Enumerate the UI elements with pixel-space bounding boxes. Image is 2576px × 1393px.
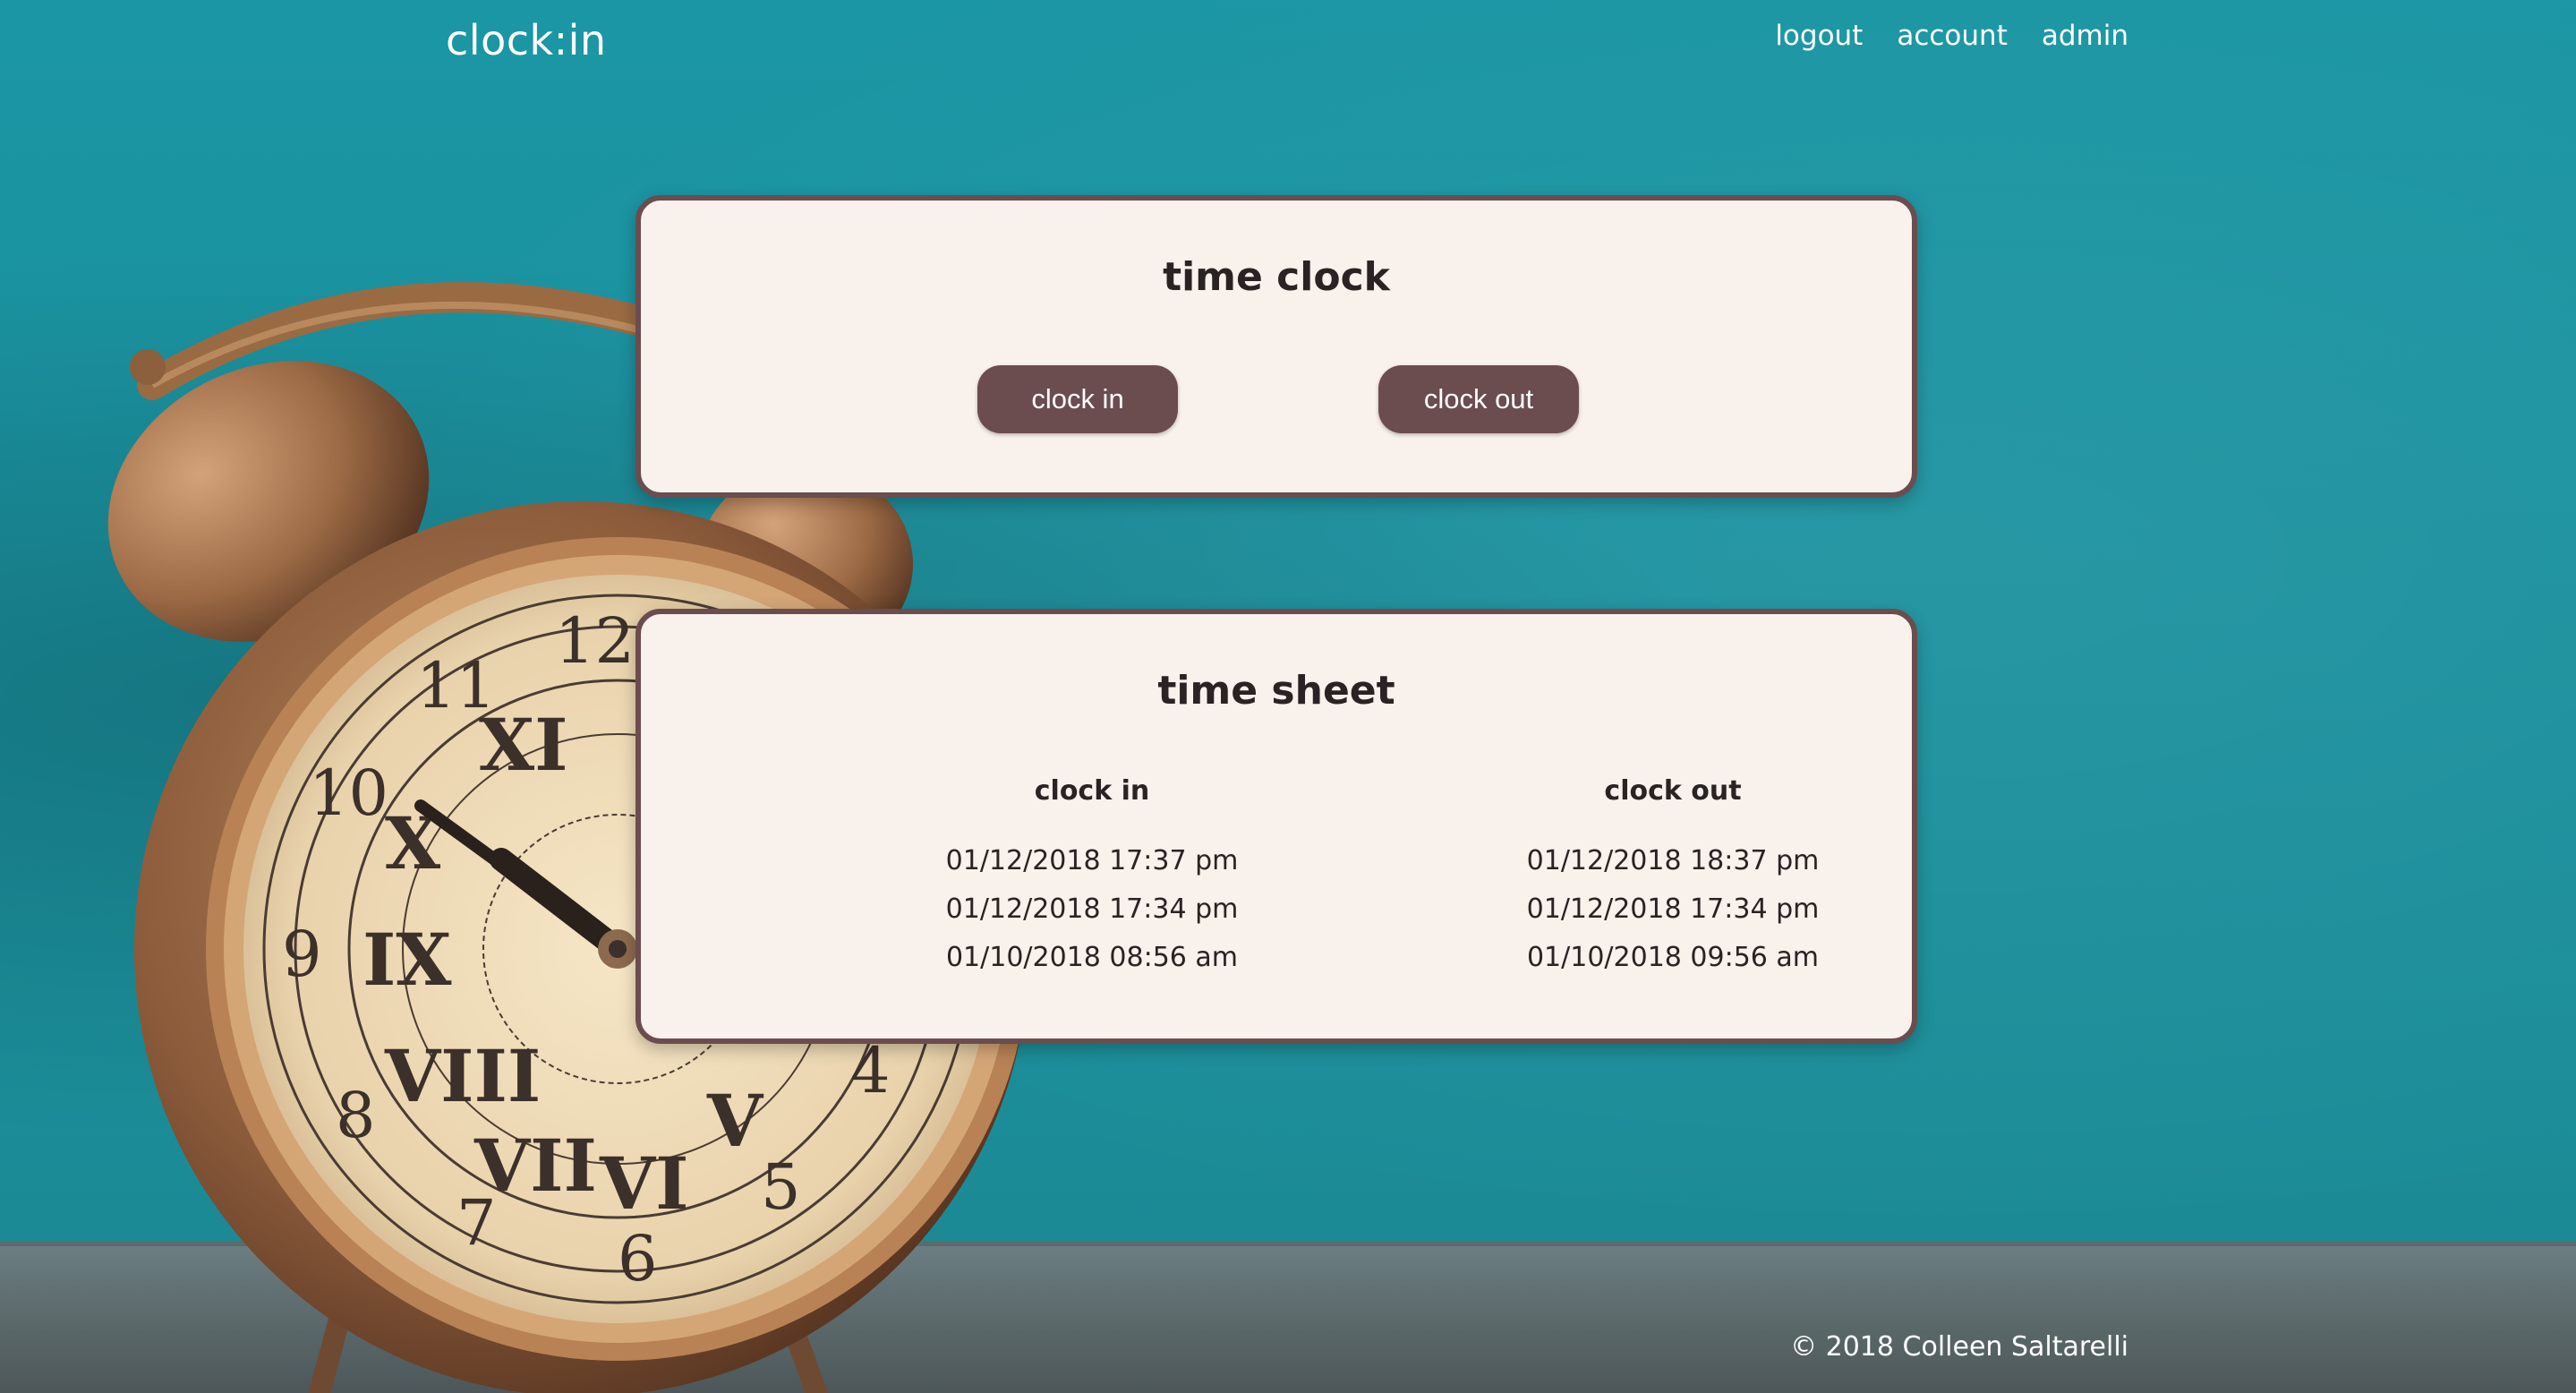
nav-account[interactable]: account [1897,20,2008,52]
svg-text:11: 11 [416,649,496,722]
svg-text:VII: VII [473,1124,597,1208]
clock-in-entry: 01/10/2018 08:56 am [945,942,1239,973]
svg-text:9: 9 [282,918,322,991]
clock-out-button[interactable]: clock out [1378,365,1579,433]
brand-logo[interactable]: clock:in [446,16,607,64]
svg-text:VI: VI [599,1141,689,1226]
time-sheet-title: time sheet [1157,668,1395,714]
time-sheet-card: time sheet clock in 01/12/2018 17:37 pm … [635,609,1917,1044]
top-nav: logout account admin [1775,20,2128,52]
svg-text:12: 12 [555,604,635,678]
nav-logout[interactable]: logout [1775,20,1863,52]
clock-out-entry: 01/12/2018 18:37 pm [1526,845,1820,876]
copyright-footer: © 2018 Colleen Saltarelli [1790,1331,2128,1363]
svg-text:V: V [706,1079,764,1163]
time-clock-card: time clock clock in clock out [635,195,1917,498]
svg-text:X: X [385,801,440,885]
nav-admin[interactable]: admin [2042,20,2128,52]
time-clock-title: time clock [1163,254,1390,300]
clock-in-entry: 01/12/2018 17:34 pm [945,893,1239,925]
clock-out-entry: 01/10/2018 09:56 am [1526,942,1820,973]
svg-text:10: 10 [309,756,388,830]
clock-out-column: clock out 01/12/2018 18:37 pm 01/12/2018… [1440,775,1906,982]
clock-in-header: clock in [1034,775,1150,807]
svg-text:IX: IX [363,918,452,1002]
svg-text:VIII: VIII [384,1034,541,1118]
clock-in-button[interactable]: clock in [977,365,1178,433]
svg-text:4: 4 [850,1034,891,1107]
svg-text:5: 5 [761,1150,801,1224]
table-surface [0,1241,2576,1393]
svg-text:XI: XI [479,703,568,787]
clock-out-header: clock out [1604,775,1742,807]
svg-text:8: 8 [336,1079,376,1152]
clock-out-entry: 01/12/2018 17:34 pm [1526,893,1820,925]
clock-in-column: clock in 01/12/2018 17:37 pm 01/12/2018 … [859,775,1325,982]
clock-in-entry: 01/12/2018 17:37 pm [945,845,1239,876]
